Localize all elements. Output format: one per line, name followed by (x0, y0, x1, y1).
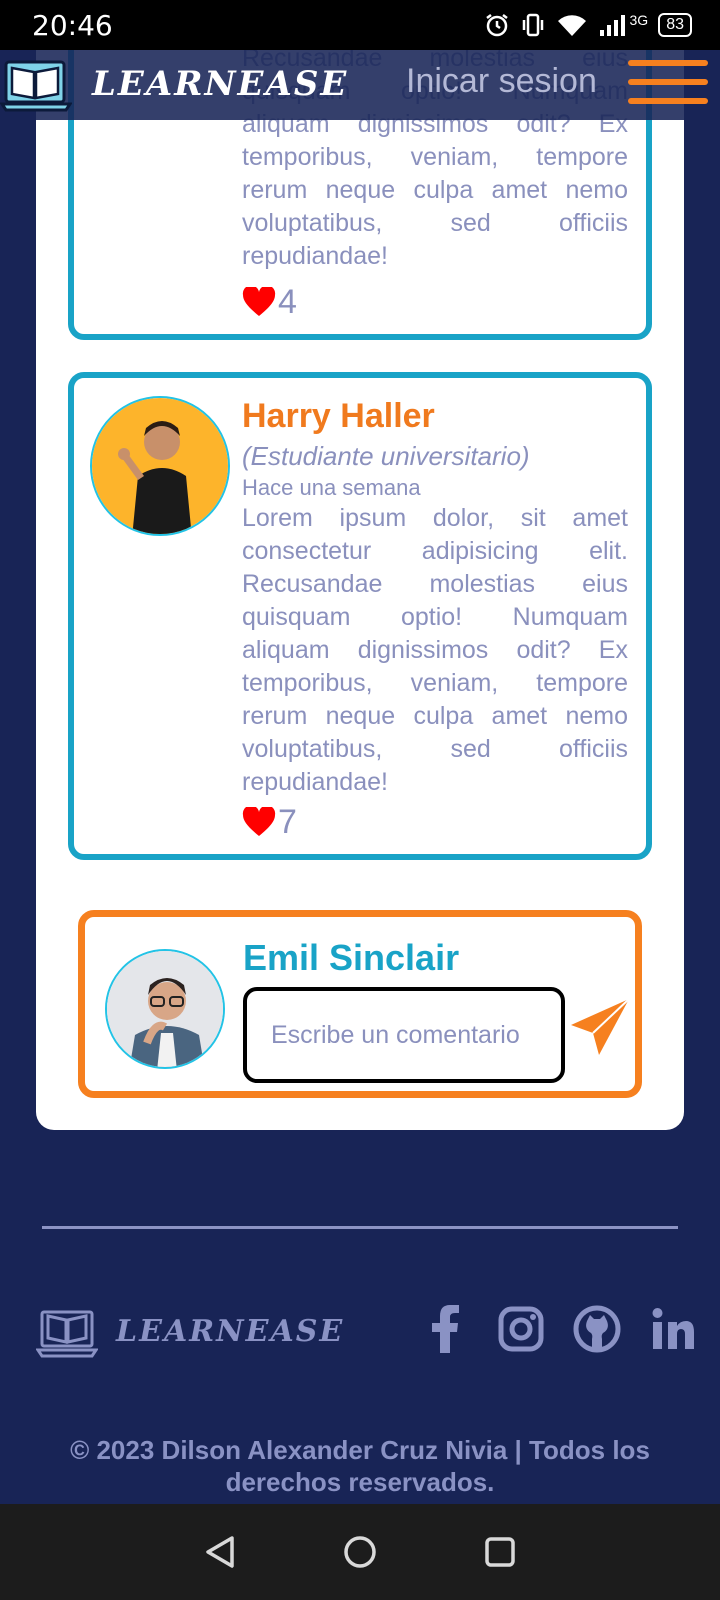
composer-user-name: Emil Sinclair (243, 937, 460, 978)
heart-icon[interactable] (242, 807, 276, 837)
comment-composer: Emil Sinclair (78, 910, 642, 1098)
comment-text: Lorem ipsum dolor, sit amet consectetur … (242, 504, 628, 796)
login-link[interactable]: Inicar sesion (406, 62, 597, 101)
brand-logo[interactable]: LEARNEASE (92, 64, 348, 104)
send-icon[interactable] (569, 997, 631, 1059)
github-icon[interactable] (572, 1304, 622, 1354)
hamburger-menu-icon[interactable] (628, 60, 708, 110)
instagram-icon[interactable] (496, 1304, 546, 1354)
likes[interactable]: 4 (242, 284, 297, 320)
app-header: LEARNEASE Inicar sesion (0, 48, 720, 120)
vibrate-icon (522, 13, 543, 37)
status-icons: 3G 83 (484, 12, 692, 38)
book-laptop-icon[interactable] (0, 52, 72, 116)
home-icon[interactable] (330, 1522, 390, 1582)
wifi-icon (557, 15, 586, 37)
comment-card: Harry Haller (Estudiante universitario) … (68, 372, 652, 860)
footer-brand: LEARNEASE (116, 1314, 345, 1349)
copyright-text: © 2023 Dilson Alexander Cruz Nivia | Tod… (70, 1435, 650, 1497)
status-time: 20:46 (32, 8, 113, 42)
avatar (105, 949, 225, 1069)
system-nav-bar (0, 1504, 720, 1600)
comment-input[interactable] (243, 987, 565, 1083)
facebook-icon[interactable] (420, 1304, 470, 1354)
alarm-icon (485, 14, 508, 37)
comment-time: Hace una semana (242, 475, 421, 500)
commenter-name: Harry Haller (242, 397, 435, 435)
send-button[interactable] (569, 997, 639, 1067)
likes-count: 7 (278, 803, 297, 841)
battery-indicator: 83 (658, 13, 692, 37)
book-laptop-icon (36, 1310, 98, 1358)
likes[interactable]: 7 (242, 804, 297, 840)
status-bar: 20:46 3G 83 (0, 0, 720, 50)
avatar (90, 396, 230, 536)
footer-divider (42, 1226, 678, 1229)
signal-icon (599, 15, 625, 36)
likes-count: 4 (278, 283, 297, 321)
linkedin-icon[interactable] (648, 1304, 698, 1354)
heart-icon[interactable] (242, 287, 276, 317)
recents-icon[interactable] (470, 1522, 530, 1582)
network-type: 3G (629, 12, 649, 28)
social-links (420, 1304, 698, 1354)
back-icon[interactable] (190, 1522, 250, 1582)
commenter-role: (Estudiante universitario) (242, 441, 530, 471)
